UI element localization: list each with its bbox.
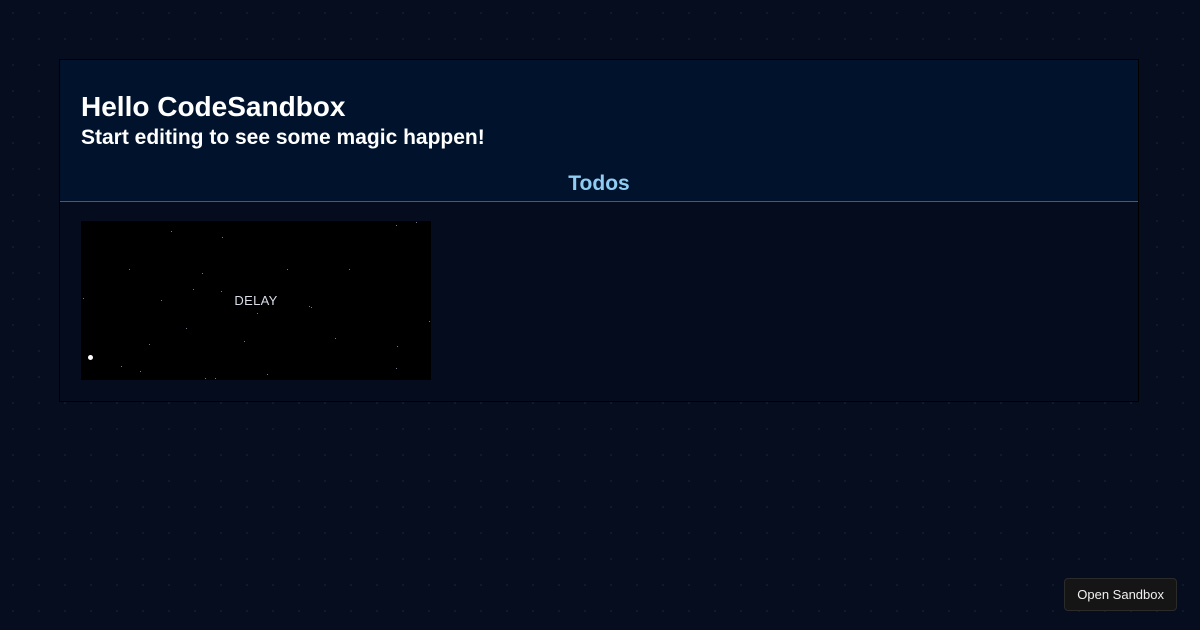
star-dot: [429, 321, 430, 322]
star-dot: [287, 269, 288, 270]
star-dot: [149, 344, 150, 345]
todos-heading: Todos: [568, 172, 630, 195]
star-dot: [205, 378, 206, 379]
star-dot: [121, 366, 122, 367]
moving-dot: [88, 355, 93, 360]
star-dot: [416, 222, 417, 223]
page-title: Hello CodeSandbox: [81, 91, 346, 122]
star-dot: [397, 346, 398, 347]
page-subtitle: Start editing to see some magic happen!: [81, 126, 485, 149]
star-dot: [171, 231, 172, 232]
star-dot: [396, 225, 397, 226]
star-dot: [202, 273, 203, 274]
todo-item-card: DELAY: [81, 221, 431, 380]
star-dot: [267, 374, 268, 375]
star-dot: [221, 291, 222, 292]
app-card: Hello CodeSandbox Start editing to see s…: [59, 59, 1139, 402]
star-dot: [140, 371, 141, 372]
star-dot: [396, 368, 397, 369]
star-dot: [193, 289, 194, 290]
app-header: Hello CodeSandbox Start editing to see s…: [60, 60, 1138, 202]
star-dot: [244, 341, 245, 342]
star-dot: [349, 269, 350, 270]
star-dot: [335, 338, 336, 339]
star-dot: [215, 378, 216, 379]
star-dot: [222, 237, 223, 238]
todo-item-label: DELAY: [234, 293, 278, 308]
star-dot: [129, 269, 130, 270]
star-dot: [186, 328, 187, 329]
open-sandbox-button[interactable]: Open Sandbox: [1064, 578, 1177, 611]
star-dot: [257, 313, 258, 314]
